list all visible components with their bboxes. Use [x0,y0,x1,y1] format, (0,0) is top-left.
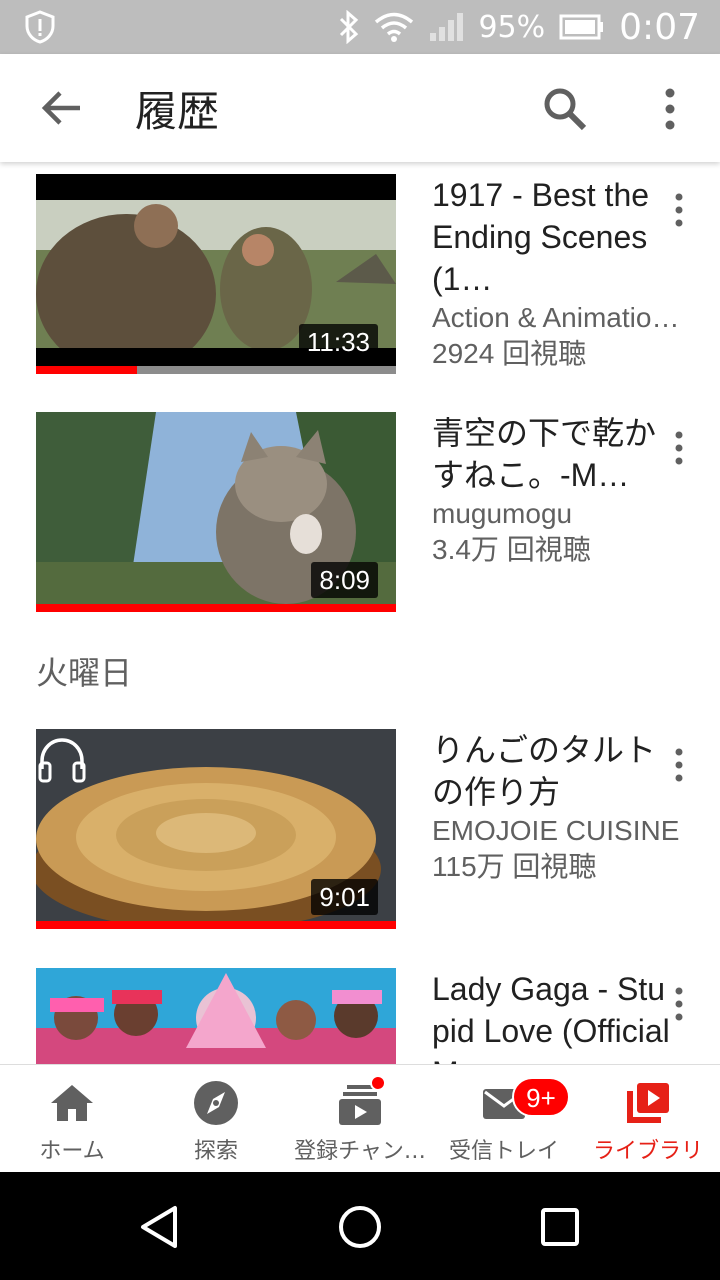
watch-progress-bar [36,604,396,612]
video-info[interactable]: りんごのタルトの作り方 EMOJOIE CUISINE 115万 回視聴 [432,729,679,885]
app-bar: 履歴 [0,54,720,162]
more-vert-icon[interactable] [652,84,688,134]
section-header: 火曜日 [36,654,133,692]
search-icon[interactable] [540,84,590,134]
video-item[interactable]: 8:09 青空の下で乾かすねこ。-M… mugumogu 3.4万 回視聴 [0,412,720,632]
nav-label: ライブラリ [592,1139,703,1164]
video-channel: Action & Animatio… [432,302,680,333]
watch-progress-fill [36,921,396,929]
video-more-icon[interactable] [664,984,694,1024]
watch-progress-bar [36,921,396,929]
video-info[interactable]: Lady Gaga - Stupid Love (Official M… [432,968,672,1064]
video-channel: mugumogu [432,498,573,529]
explore-icon [194,1081,238,1125]
watch-progress-fill [36,604,396,612]
nav-inbox[interactable]: 9+ 受信トレイ [432,1065,576,1173]
video-more-icon[interactable] [664,745,694,785]
back-arrow-icon[interactable] [36,84,88,132]
bottom-nav: ホーム 探索 登録チャン… 9+ 受信トレイ ライブラリ [0,1064,720,1172]
battery-icon [559,14,604,40]
video-views: 2924 回視聴 [432,338,587,369]
status-bar: 95% 0:07 [0,0,720,54]
nav-label: 探索 [193,1139,238,1164]
video-thumbnail[interactable] [36,968,396,1064]
nav-label: ホーム [39,1139,105,1164]
nav-explore[interactable]: 探索 [144,1065,288,1173]
wifi-icon [375,12,414,42]
signal-icon [430,13,464,41]
video-title[interactable]: 1917 - Best the Ending Scenes (1… [432,174,672,300]
watch-progress-fill [36,366,137,374]
clock: 0:07 [619,6,700,48]
nav-library[interactable]: ライブラリ [576,1065,720,1173]
library-icon [627,1083,669,1123]
watch-progress-bar [36,366,396,374]
video-thumbnail[interactable]: 11:33 [36,174,396,374]
nav-home[interactable]: ホーム [0,1065,144,1173]
inbox-badge: 9+ [512,1077,570,1117]
video-views: 3.4万 回視聴 [432,534,591,565]
video-item[interactable]: 11:33 1917 - Best the Ending Scenes (1… … [0,174,720,394]
video-views: 115万 回視聴 [432,851,597,882]
video-thumbnail[interactable]: 8:09 [36,412,396,612]
video-info[interactable]: 青空の下で乾かすねこ。-M… mugumogu 3.4万 回視聴 [432,412,672,568]
video-channel: EMOJOIE CUISINE [432,815,680,846]
recents-square-icon[interactable] [535,1202,585,1252]
video-duration: 8:09 [311,562,378,598]
video-duration: 11:33 [298,324,378,360]
video-duration: 9:01 [311,879,378,915]
battery-percent: 95% [478,9,546,45]
video-title[interactable]: りんごのタルトの作り方 [432,729,672,813]
video-title[interactable]: 青空の下で乾かすねこ。-M… [432,412,672,496]
history-list[interactable]: 11:33 1917 - Best the Ending Scenes (1… … [0,162,720,1064]
home-circle-icon[interactable] [335,1202,385,1252]
notification-dot [370,1075,386,1091]
bluetooth-icon [340,10,359,44]
video-more-icon[interactable] [664,190,694,230]
video-thumbnail[interactable]: 9:01 [36,729,396,929]
shield-alert-icon [25,10,55,44]
nav-label: 登録チャン… [294,1139,426,1164]
nav-subscriptions[interactable]: 登録チャン… [288,1065,432,1173]
system-nav-bar [0,1172,720,1280]
video-item[interactable]: Lady Gaga - Stupid Love (Official M… [0,968,720,1064]
video-title[interactable]: Lady Gaga - Stupid Love (Official M… [432,968,672,1064]
video-info[interactable]: 1917 - Best the Ending Scenes (1… Action… [432,174,679,372]
video-more-icon[interactable] [664,428,694,468]
video-item[interactable]: 9:01 りんごのタルトの作り方 EMOJOIE CUISINE 115万 回視… [0,729,720,949]
page-title: 履歴 [135,87,220,136]
thumbnail-image [36,968,396,1064]
home-icon [51,1085,93,1121]
nav-label: 受信トレイ [448,1139,559,1164]
back-triangle-icon[interactable] [135,1202,185,1252]
headphones-icon [38,738,86,783]
